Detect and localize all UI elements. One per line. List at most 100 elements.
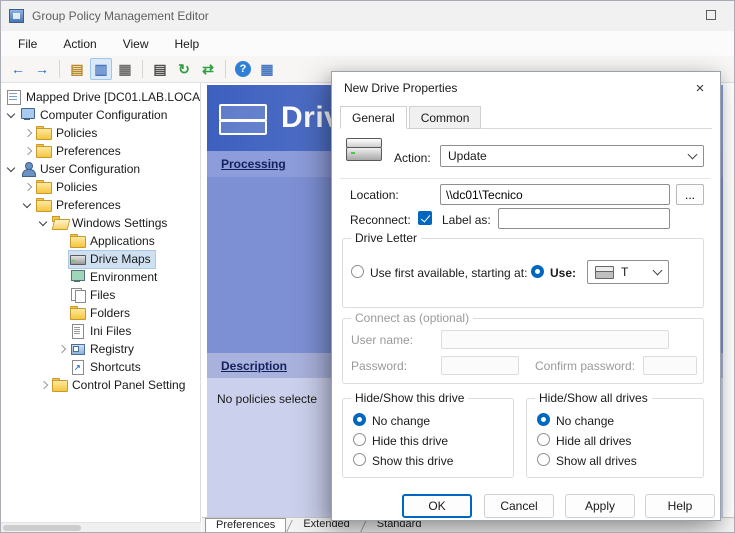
reconnect-label: Reconnect: xyxy=(350,213,411,227)
drive-header-icon xyxy=(219,103,267,133)
dialog-tabs: General Common xyxy=(340,106,483,129)
close-icon[interactable]: × xyxy=(690,79,710,98)
label-as-input[interactable] xyxy=(498,208,670,229)
use-radio[interactable] xyxy=(531,265,544,278)
use-first-available-radio[interactable] xyxy=(351,265,364,278)
chevron-down-icon[interactable] xyxy=(37,216,51,230)
location-input[interactable] xyxy=(440,184,670,205)
tree-item-label: Computer Configuration xyxy=(40,108,167,122)
chevron-spacer xyxy=(55,360,69,374)
tree-item-label: User Configuration xyxy=(40,162,140,176)
help-icon[interactable]: ? xyxy=(232,58,254,80)
tree-item-computer-policies[interactable]: Policies xyxy=(1,124,200,142)
toolbar-separator xyxy=(59,60,60,78)
tree-item-computer-configuration[interactable]: Computer Configuration xyxy=(1,106,200,124)
ok-button[interactable]: OK xyxy=(402,494,472,518)
tree-item-computer-preferences[interactable]: Preferences xyxy=(1,142,200,160)
chevron-down-icon[interactable] xyxy=(5,162,19,176)
tab-common[interactable]: Common xyxy=(409,106,482,129)
menu-help[interactable]: Help xyxy=(162,33,213,55)
show-this-drive-radio[interactable] xyxy=(353,453,366,466)
chevron-down-icon[interactable] xyxy=(5,108,19,122)
password-input[interactable] xyxy=(441,356,519,375)
hide-this-drive-radio[interactable] xyxy=(353,433,366,446)
tree-item-user-policies[interactable]: Policies xyxy=(1,178,200,196)
maximize-button[interactable] xyxy=(706,10,716,20)
connect-as-group: Connect as (optional) User name: Passwor… xyxy=(342,318,704,384)
reconnect-checkbox[interactable] xyxy=(418,211,432,225)
refresh-icon[interactable]: ↻ xyxy=(173,58,195,80)
tree-item-control-panel-settings[interactable]: Control Panel Setting xyxy=(1,376,200,394)
user-name-input[interactable] xyxy=(441,330,669,349)
label-as-label: Label as: xyxy=(442,213,491,227)
chevron-right-icon[interactable] xyxy=(37,378,51,392)
folder-open-icon xyxy=(52,216,68,230)
hide-all-drives-radio[interactable] xyxy=(537,433,550,446)
drive-letter-group: Drive Letter Use first available, starti… xyxy=(342,238,704,308)
hide-show-all-drives-group: Hide/Show all drives No change Hide all … xyxy=(526,398,704,478)
tree-hscrollbar[interactable] xyxy=(1,522,201,532)
chevron-right-icon[interactable] xyxy=(21,144,35,158)
all-drives-no-change-radio[interactable] xyxy=(537,413,550,426)
tree-item-ini-files[interactable]: Ini Files xyxy=(1,322,200,340)
back-icon[interactable]: ← xyxy=(7,58,29,80)
tree-item-files[interactable]: Files xyxy=(1,286,200,304)
confirm-password-input[interactable] xyxy=(643,356,697,375)
tree-item-registry[interactable]: Registry xyxy=(1,340,200,358)
tree-item-label: Policies xyxy=(56,126,97,140)
processing-link[interactable]: Processing xyxy=(221,157,286,171)
user-name-label: User name: xyxy=(351,333,413,347)
tab-general[interactable]: General xyxy=(340,106,407,129)
tree-item-drive-maps[interactable]: Drive Maps xyxy=(1,250,200,268)
window-controls xyxy=(706,7,726,25)
help-button[interactable]: Help xyxy=(645,494,715,518)
folder-icon xyxy=(70,234,86,248)
hide-show-all-drives-title: Hide/Show all drives xyxy=(535,391,652,405)
tab-preferences[interactable]: Preferences xyxy=(205,518,286,532)
hide-all-drives-label: Hide all drives xyxy=(556,434,631,448)
cancel-button[interactable]: Cancel xyxy=(484,494,554,518)
tree-item-user-configuration[interactable]: User Configuration xyxy=(1,160,200,178)
tree-item-environment[interactable]: Environment xyxy=(1,268,200,286)
chevron-down-icon[interactable] xyxy=(21,198,35,212)
show-all-drives-radio[interactable] xyxy=(537,453,550,466)
chevron-right-icon[interactable] xyxy=(21,180,35,194)
gpme-window: Group Policy Management Editor File Acti… xyxy=(0,0,735,533)
forward-icon[interactable]: → xyxy=(31,58,53,80)
toolbar-separator xyxy=(225,60,226,78)
tree-item-applications[interactable]: Applications xyxy=(1,232,200,250)
help-glyph: ? xyxy=(235,61,251,77)
console-tree: Mapped Drive [DC01.LAB.LOCA Computer Con… xyxy=(1,83,201,522)
menu-file[interactable]: File xyxy=(5,33,50,55)
tree-hscrollbar-thumb[interactable] xyxy=(3,525,81,531)
menu-view[interactable]: View xyxy=(110,33,162,55)
chevron-right-icon[interactable] xyxy=(21,126,35,140)
tree-item-shortcuts[interactable]: Shortcuts xyxy=(1,358,200,376)
chevron-right-icon[interactable] xyxy=(55,342,69,356)
print-icon[interactable]: ▤ xyxy=(149,58,171,80)
tree-item-label: Ini Files xyxy=(90,324,131,338)
hide-show-this-drive-title: Hide/Show this drive xyxy=(351,391,468,405)
view-panes-icon[interactable]: ▥ xyxy=(90,58,112,80)
tree-item-label: Environment xyxy=(90,270,157,284)
browse-button[interactable]: ... xyxy=(676,184,704,205)
action-dropdown[interactable]: Update xyxy=(440,145,704,167)
tree-item-windows-settings[interactable]: Windows Settings xyxy=(1,214,200,232)
tree-item-mapped-drive[interactable]: Mapped Drive [DC01.LAB.LOCA xyxy=(1,88,200,106)
tree-item-folders[interactable]: Folders xyxy=(1,304,200,322)
description-link[interactable]: Description xyxy=(221,359,287,373)
this-drive-no-change-radio[interactable] xyxy=(353,413,366,426)
drive-light-dot xyxy=(351,152,355,154)
drive-letter-dropdown[interactable]: T xyxy=(587,260,669,284)
export-list-icon[interactable]: ⇄ xyxy=(197,58,219,80)
titlebar: Group Policy Management Editor xyxy=(1,1,734,31)
tree-item-user-preferences[interactable]: Preferences xyxy=(1,196,200,214)
menu-action[interactable]: Action xyxy=(50,33,109,55)
folder-icon xyxy=(36,126,52,140)
tree-item-label: Mapped Drive [DC01.LAB.LOCA xyxy=(26,90,200,104)
apply-button[interactable]: Apply xyxy=(565,494,635,518)
properties-icon[interactable]: ▦ xyxy=(114,58,136,80)
tree-item-label: Shortcuts xyxy=(90,360,141,374)
show-console-tree-icon[interactable]: ▤ xyxy=(66,58,88,80)
list-view-icon[interactable]: ▦ xyxy=(256,58,278,80)
